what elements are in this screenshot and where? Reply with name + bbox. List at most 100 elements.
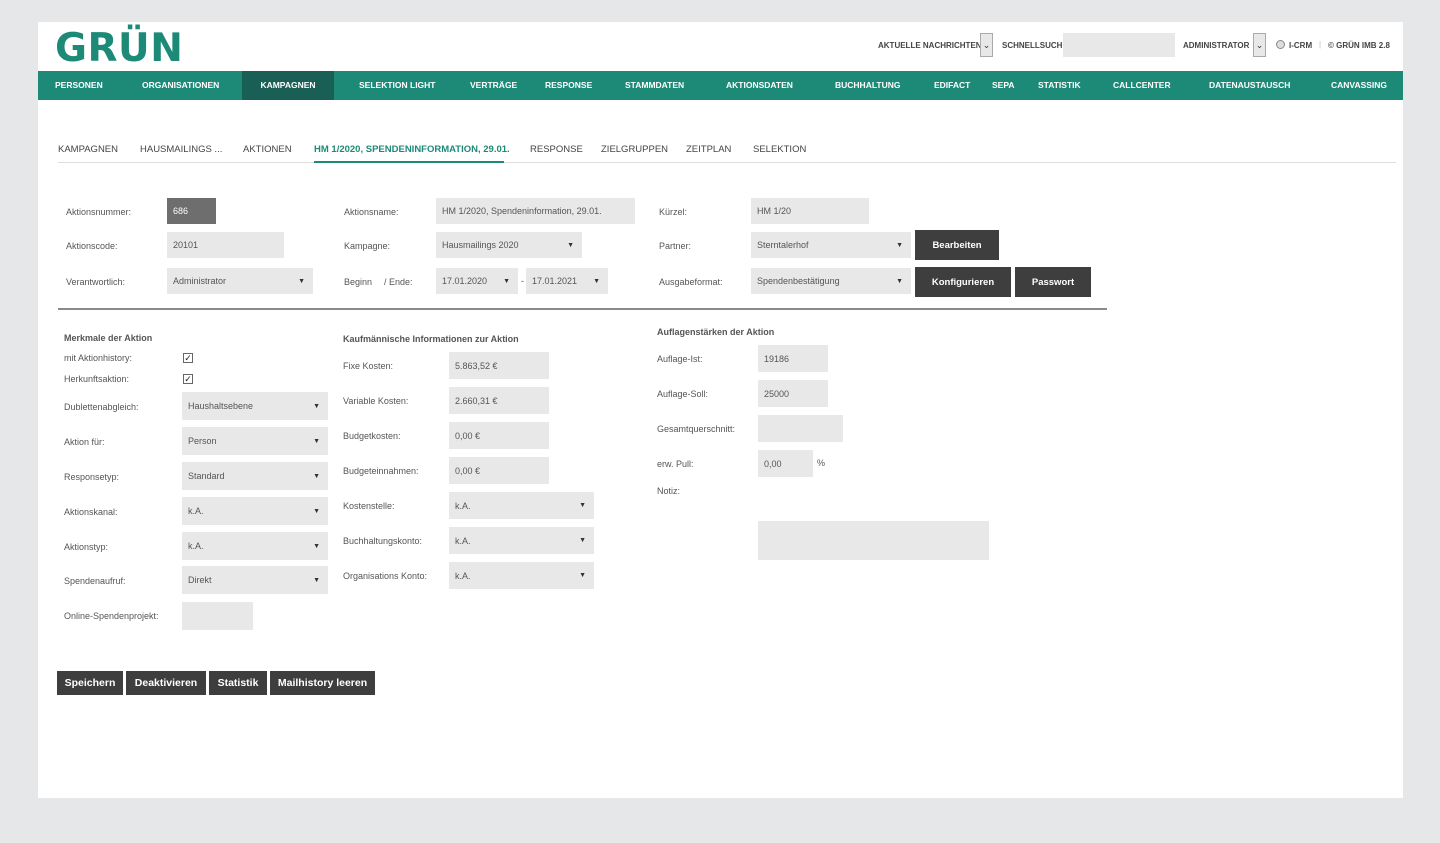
aktionsname-input[interactable]: HM 1/2020, Spendeninformation, 29.01.	[436, 198, 635, 224]
caret-down-icon: ▼	[503, 277, 510, 285]
spendenaufruf-select[interactable]: Direkt ▼	[182, 566, 328, 594]
nav-item-sepa[interactable]: SEPA	[992, 71, 1015, 100]
aktionstyp-select[interactable]: k.A. ▼	[182, 532, 328, 560]
aktion-fuer-select[interactable]: Person ▼	[182, 427, 328, 455]
online-spendenprojekt-input[interactable]	[182, 602, 253, 630]
bearbeiten-button[interactable]: Bearbeiten	[915, 230, 999, 260]
buchhaltungskonto-label: Buchhaltungskonto:	[343, 536, 423, 546]
beginn-date-select[interactable]: 17.01.2020 ▼	[436, 268, 518, 294]
kampagne-label: Kampagne:	[344, 241, 391, 251]
budgetkosten-field[interactable]: 0,00 €	[449, 422, 549, 449]
caret-down-icon: ▼	[313, 437, 320, 445]
partner-label: Partner:	[659, 241, 692, 251]
notiz-textarea[interactable]	[758, 521, 989, 560]
nav-item-selektion-light[interactable]: SELEKTION LIGHT	[359, 71, 436, 100]
aktion-fuer-value: Person	[188, 436, 217, 446]
tab-zeitplan[interactable]: ZEITPLAN	[686, 144, 731, 155]
quicksearch-input[interactable]	[1063, 33, 1175, 57]
nav-item-edifact[interactable]: EDIFACT	[934, 71, 970, 100]
speichern-button[interactable]: Speichern	[57, 671, 123, 695]
nav-item-buchhaltung[interactable]: BUCHHALTUNG	[835, 71, 900, 100]
aktionskanal-select[interactable]: k.A. ▼	[182, 497, 328, 525]
tab-aktionen[interactable]: AKTIONEN	[243, 144, 292, 155]
nav-item-personen[interactable]: PERSONEN	[55, 71, 103, 100]
auflage-soll-label: Auflage-Soll:	[657, 389, 709, 399]
aktionskanal-value: k.A.	[188, 506, 204, 516]
chevron-down-icon: ⌄	[982, 39, 991, 50]
aktionskanal-label: Aktionskanal:	[64, 507, 118, 517]
user-menu[interactable]: ADMINISTRATOR	[1183, 41, 1249, 50]
caret-down-icon: ▼	[593, 277, 600, 285]
nav-item-canvassing[interactable]: CANVASSING	[1331, 71, 1387, 100]
news-dropdown-button[interactable]: ⌄	[980, 33, 993, 57]
auflagen-title: Auflagenstärken der Aktion	[657, 327, 775, 337]
nav-item-stammdaten[interactable]: STAMMDATEN	[625, 71, 684, 100]
news-link[interactable]: AKTUELLE NACHRICHTEN	[878, 41, 982, 50]
tab-current-aktion[interactable]: HM 1/2020, SPENDENINFORMATION, 29.01.	[314, 144, 510, 155]
auflage-soll-field[interactable]: 25000	[758, 380, 828, 407]
erw-pull-label: erw. Pull:	[657, 459, 694, 469]
nav-item-kampagnen[interactable]: KAMPAGNEN	[242, 71, 334, 100]
aktionsnummer-field: 686	[167, 198, 216, 224]
tab-kampagnen[interactable]: KAMPAGNEN	[58, 144, 118, 155]
aktionhistory-checkbox[interactable]: ✓	[183, 353, 193, 363]
budgeteinnahmen-label: Budgeteinnahmen:	[343, 466, 419, 476]
kostenstelle-label: Kostenstelle:	[343, 501, 395, 511]
passwort-button[interactable]: Passwort	[1015, 267, 1091, 297]
quicksearch-label: SCHNELLSUCHE:	[1002, 41, 1071, 50]
nav-item-statistik[interactable]: STATISTIK	[1038, 71, 1081, 100]
nav-item-callcenter[interactable]: CALLCENTER	[1113, 71, 1171, 100]
spendenaufruf-value: Direkt	[188, 575, 212, 585]
aktionhistory-label: mit Aktionhistory:	[64, 353, 133, 363]
gesamtquerschnitt-label: Gesamtquerschnitt:	[657, 424, 736, 434]
kuerzel-input[interactable]: HM 1/20	[751, 198, 869, 224]
responsetyp-label: Responsetyp:	[64, 472, 120, 482]
tab-hausmailings[interactable]: HAUSMAILINGS ...	[140, 144, 222, 155]
konfigurieren-button[interactable]: Konfigurieren	[915, 267, 1011, 297]
fixe-kosten-field[interactable]: 5.863,52 €	[449, 352, 549, 379]
kostenstelle-select[interactable]: k.A. ▼	[449, 492, 594, 519]
ende-date-select[interactable]: 17.01.2021 ▼	[526, 268, 608, 294]
caret-down-icon: ▼	[567, 241, 574, 249]
nav-item-response[interactable]: RESPONSE	[545, 71, 592, 100]
verantwortlich-select[interactable]: Administrator ▼	[167, 268, 313, 294]
tab-selektion[interactable]: SELEKTION	[753, 144, 806, 155]
caret-down-icon: ▼	[896, 277, 903, 285]
organisations-konto-select[interactable]: k.A. ▼	[449, 562, 594, 589]
caret-down-icon: ▼	[313, 472, 320, 480]
tabs-divider	[58, 162, 1396, 163]
organisations-konto-value: k.A.	[455, 570, 471, 581]
kaufm-title: Kaufmännische Informationen zur Aktion	[343, 334, 519, 344]
auflage-ist-field[interactable]: 19186	[758, 345, 828, 372]
aktionsnummer-label: Aktionsnummer:	[66, 207, 132, 217]
user-dropdown-button[interactable]: ⌄	[1253, 33, 1266, 57]
version-label: © GRÜN IMB 2.8	[1328, 41, 1390, 50]
icrm-link[interactable]: I-CRM	[1289, 41, 1312, 50]
responsetyp-select[interactable]: Standard ▼	[182, 462, 328, 490]
budgeteinnahmen-field[interactable]: 0,00 €	[449, 457, 549, 484]
deaktivieren-button[interactable]: Deaktivieren	[126, 671, 206, 695]
online-spendenprojekt-label: Online-Spendenprojekt:	[64, 611, 159, 621]
nav-item-vertraege[interactable]: VERTRÄGE	[470, 71, 517, 100]
dubletten-select[interactable]: Haushaltsebene ▼	[182, 392, 328, 420]
tab-zielgruppen[interactable]: ZIELGRUPPEN	[601, 144, 668, 155]
partner-select[interactable]: Sterntalerhof ▼	[751, 232, 911, 258]
ausgabeformat-select[interactable]: Spendenbestätigung ▼	[751, 268, 911, 294]
kampagne-select[interactable]: Hausmailings 2020 ▼	[436, 232, 582, 258]
auflage-ist-label: Auflage-Ist:	[657, 354, 703, 364]
mailhistory-leeren-button[interactable]: Mailhistory leeren	[270, 671, 375, 695]
nav-item-datenaustausch[interactable]: DATENAUSTAUSCH	[1209, 71, 1290, 100]
dubletten-label: Dublettenabgleich:	[64, 402, 139, 412]
erw-pull-field[interactable]: 0,00	[758, 450, 813, 477]
statistik-button[interactable]: Statistik	[209, 671, 267, 695]
buchhaltungskonto-select[interactable]: k.A. ▼	[449, 527, 594, 554]
caret-down-icon: ▼	[298, 277, 305, 285]
herkunft-checkbox[interactable]: ✓	[183, 374, 193, 384]
nav-item-organisationen[interactable]: ORGANISATIONEN	[142, 71, 219, 100]
gesamtquerschnitt-field[interactable]	[758, 415, 843, 442]
tab-response[interactable]: RESPONSE	[530, 144, 583, 155]
nav-item-aktionsdaten[interactable]: AKTIONSDATEN	[726, 71, 793, 100]
aktionscode-input[interactable]: 20101	[167, 232, 284, 258]
ende-label: / Ende:	[384, 277, 413, 287]
variable-kosten-field[interactable]: 2.660,31 €	[449, 387, 549, 414]
